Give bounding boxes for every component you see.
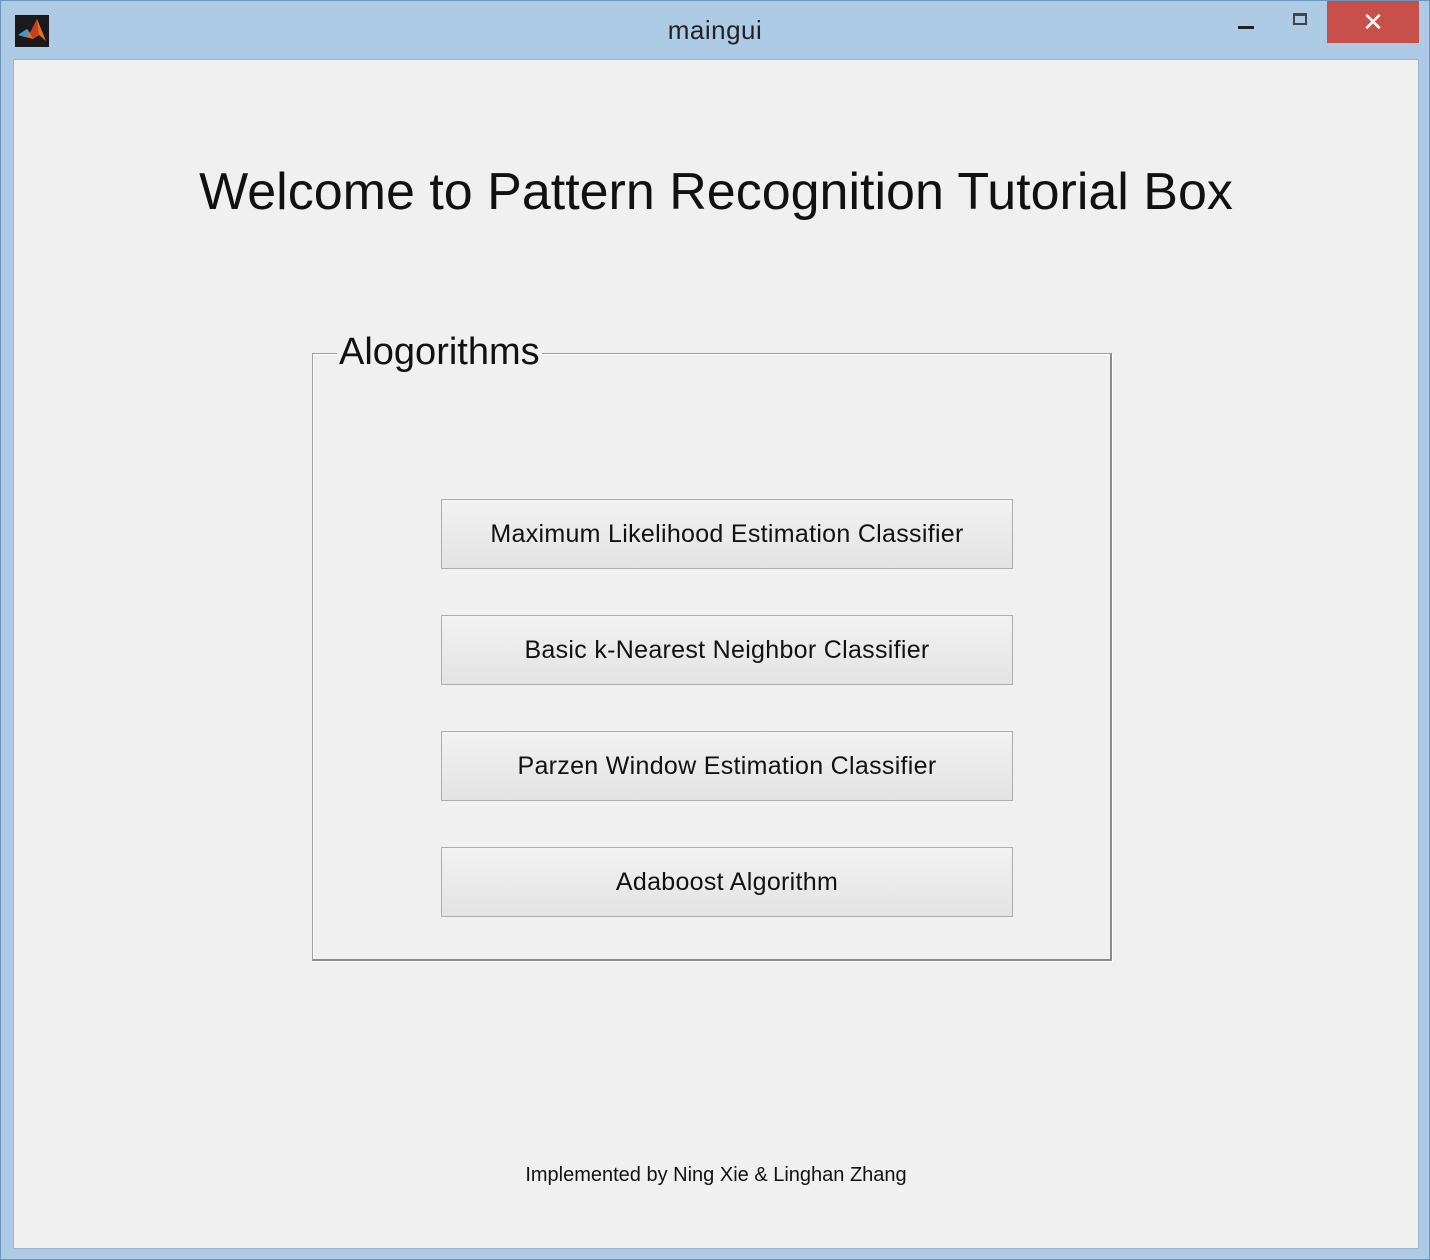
minimize-icon: [1238, 25, 1254, 29]
maximize-icon: [1293, 13, 1307, 25]
algorithms-panel: Alogorithms Maximum Likelihood Estimatio…: [312, 330, 1112, 961]
close-icon: ✕: [1362, 6, 1384, 37]
minimize-button[interactable]: [1223, 1, 1269, 43]
client-area: Welcome to Pattern Recognition Tutorial …: [13, 59, 1419, 1249]
page-title: Welcome to Pattern Recognition Tutorial …: [199, 163, 1233, 221]
close-button[interactable]: ✕: [1327, 1, 1419, 43]
panel-title: Alogorithms: [337, 330, 542, 374]
mle-classifier-button[interactable]: Maximum Likelihood Estimation Classifier: [441, 499, 1013, 569]
parzen-classifier-button[interactable]: Parzen Window Estimation Classifier: [441, 731, 1013, 801]
maximize-button[interactable]: [1277, 1, 1323, 43]
footer-credits: Implemented by Ning Xie & Linghan Zhang: [525, 1164, 907, 1186]
app-window: maingui ✕ Welcome to Pattern Recognition…: [0, 0, 1430, 1260]
knn-classifier-button[interactable]: Basic k-Nearest Neighbor Classifier: [441, 615, 1013, 685]
window-title: maingui: [667, 15, 763, 45]
title-bar[interactable]: maingui ✕: [1, 1, 1429, 59]
adaboost-button[interactable]: Adaboost Algorithm: [441, 847, 1013, 917]
